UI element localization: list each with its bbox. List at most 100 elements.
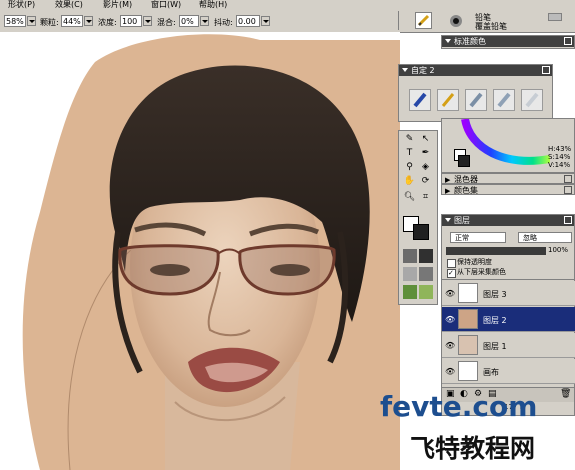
layer-name: 图层 1: [483, 342, 507, 351]
color-wheel-palette: H:43% S:14% V:14%: [441, 118, 575, 173]
delete-layer-icon[interactable]: 🗑︎: [560, 389, 571, 399]
dropper-tool-icon[interactable]: ⚲: [403, 161, 416, 174]
pick-up-label: 从下层采集颜色: [457, 268, 506, 276]
hue-readout: H:43%: [548, 145, 572, 153]
collapse-triangle-icon[interactable]: [402, 68, 408, 72]
paper-texture-swatch[interactable]: [403, 249, 417, 263]
layer-thumbnail: [458, 309, 478, 329]
opacity-slider[interactable]: [446, 247, 546, 255]
blend-mode-select[interactable]: 正常: [450, 232, 506, 243]
pattern-swatch[interactable]: [403, 267, 417, 281]
brush-tool-icon[interactable]: ✎: [403, 133, 416, 146]
collapse-triangle-icon[interactable]: [445, 218, 451, 222]
rotate-tool-icon[interactable]: ⟳: [419, 175, 432, 188]
menu-shapes[interactable]: 形状(P): [8, 0, 35, 9]
close-icon[interactable]: [564, 216, 572, 224]
opacity-arrow[interactable]: [143, 16, 152, 26]
brush-preset-pencil-icon[interactable]: [437, 89, 459, 111]
size-input[interactable]: 58%: [4, 15, 26, 27]
color-sets-palette-bar[interactable]: ▶ 颜色集: [441, 184, 575, 195]
close-icon[interactable]: [542, 66, 550, 74]
standard-colors-titlebar[interactable]: 标准颜色: [442, 36, 574, 47]
brush-preset-gray2-icon[interactable]: [493, 89, 515, 111]
grab-tool-icon[interactable]: ✋: [403, 175, 416, 188]
pick-up-checkbox[interactable]: ✓: [447, 269, 456, 278]
layer-name: 画布: [483, 368, 499, 377]
toolbar-mini-button[interactable]: [548, 13, 562, 21]
jitter-input[interactable]: 0.00: [236, 15, 260, 27]
layer-row[interactable]: 👁︎ 图层 1: [442, 333, 575, 358]
collapse-triangle-icon[interactable]: [445, 39, 451, 43]
watermark-brand: 飞特教程网: [410, 434, 536, 463]
brush-preset-gray-icon[interactable]: [465, 89, 487, 111]
nozzle-swatch[interactable]: [403, 285, 417, 299]
visibility-eye-icon[interactable]: 👁︎: [445, 289, 455, 298]
main-color-swatch[interactable]: [413, 224, 429, 240]
preserve-transparency-label: 保持透明度: [457, 258, 492, 266]
menu-effects[interactable]: 效果(C): [55, 0, 83, 9]
mixer-palette-bar[interactable]: ▶ 混色器: [441, 173, 575, 184]
grain-input[interactable]: 44%: [61, 15, 83, 27]
layers-titlebar[interactable]: 图层: [442, 215, 574, 226]
portrait-painting: [22, 34, 400, 470]
brush-preset-light-icon[interactable]: [521, 89, 543, 111]
layer-name: 图层 3: [483, 290, 507, 299]
fill-tool-icon[interactable]: ◈: [419, 161, 432, 174]
value-readout: V:14%: [548, 161, 571, 169]
weave-swatch[interactable]: [419, 267, 433, 281]
layer-thumbnail: [458, 335, 478, 355]
opacity-input[interactable]: 100: [120, 15, 142, 27]
layer-row[interactable]: 👁︎ 画布: [442, 359, 575, 384]
layer-row[interactable]: 👁︎ 图层 3: [442, 281, 575, 306]
divider: [442, 279, 574, 280]
select-arrow-icon[interactable]: ↖: [419, 133, 432, 146]
gradient-swatch[interactable]: [419, 249, 433, 263]
layer-thumbnail: [458, 283, 478, 303]
custom-palette: 自定 2: [398, 64, 553, 122]
text-tool-icon[interactable]: T: [403, 147, 416, 160]
resat-input[interactable]: 0%: [179, 15, 199, 27]
look-swatch[interactable]: [419, 285, 433, 299]
size-arrow[interactable]: [27, 16, 36, 26]
brush-category-icon[interactable]: [415, 12, 432, 29]
standard-colors-title: 标准颜色: [454, 37, 486, 46]
document-canvas[interactable]: [0, 32, 400, 470]
layer-row[interactable]: 👁︎ 图层 2: [442, 307, 575, 332]
custom-palette-titlebar[interactable]: 自定 2: [399, 65, 552, 76]
brush-dab-icon[interactable]: [448, 13, 464, 29]
layer-thumbnail: [458, 361, 478, 381]
close-icon[interactable]: [564, 186, 572, 194]
composite-method-select[interactable]: 忽略: [518, 232, 572, 243]
menu-help[interactable]: 帮助(H): [199, 0, 227, 9]
visibility-eye-icon[interactable]: 👁︎: [445, 341, 455, 350]
close-icon[interactable]: [564, 37, 572, 45]
crop-tool-icon[interactable]: ⌗: [419, 191, 432, 204]
preserve-transparency-checkbox[interactable]: [447, 259, 456, 268]
menu-bar: 形状(P) 效果(C) 影片(M) 窗口(W) 帮助(H): [0, 0, 575, 9]
visibility-eye-icon[interactable]: 👁︎: [445, 367, 455, 376]
layer-name: 图层 2: [483, 316, 507, 325]
grain-arrow[interactable]: [84, 16, 93, 26]
saturation-readout: S:14%: [548, 153, 571, 161]
brush-variant-label[interactable]: 覆盖铅笔: [475, 21, 507, 32]
grain-label: 颗粒:: [40, 18, 59, 27]
jitter-arrow[interactable]: [261, 16, 270, 26]
property-bar: 58% 颗粒: 44% 浓度: 100 混合: 0% 抖动: 0.00 铅笔 覆…: [0, 9, 575, 33]
layers-palette: 图层 正常 忽略 100% 保持透明度 ✓ 从下层采集颜色 👁︎ 图层 3 👁︎ 图层…: [441, 214, 575, 416]
close-icon[interactable]: [564, 175, 572, 183]
expand-triangle-icon[interactable]: ▶: [445, 187, 450, 195]
toolbox: ✎ ↖ T ✒ ⚲ ◈ ✋ ⟳ 🔍︎ ⌗: [398, 130, 438, 305]
expand-triangle-icon[interactable]: ▶: [445, 176, 450, 184]
standard-colors-palette: 标准颜色: [441, 35, 575, 49]
jitter-label: 抖动:: [214, 18, 233, 27]
resat-arrow[interactable]: [200, 16, 209, 26]
menu-window[interactable]: 窗口(W): [151, 0, 181, 9]
visibility-eye-icon[interactable]: 👁︎: [445, 315, 455, 324]
pen-tool-icon[interactable]: ✒: [419, 147, 432, 160]
wheel-main-swatch[interactable]: [458, 155, 470, 167]
watermark-site: fevte.com: [380, 390, 538, 423]
brush-preset-blue-icon[interactable]: [409, 89, 431, 111]
menu-movie[interactable]: 影片(M): [103, 0, 132, 9]
magnifier-icon[interactable]: 🔍︎: [403, 191, 416, 204]
opacity-label: 浓度:: [98, 18, 117, 27]
